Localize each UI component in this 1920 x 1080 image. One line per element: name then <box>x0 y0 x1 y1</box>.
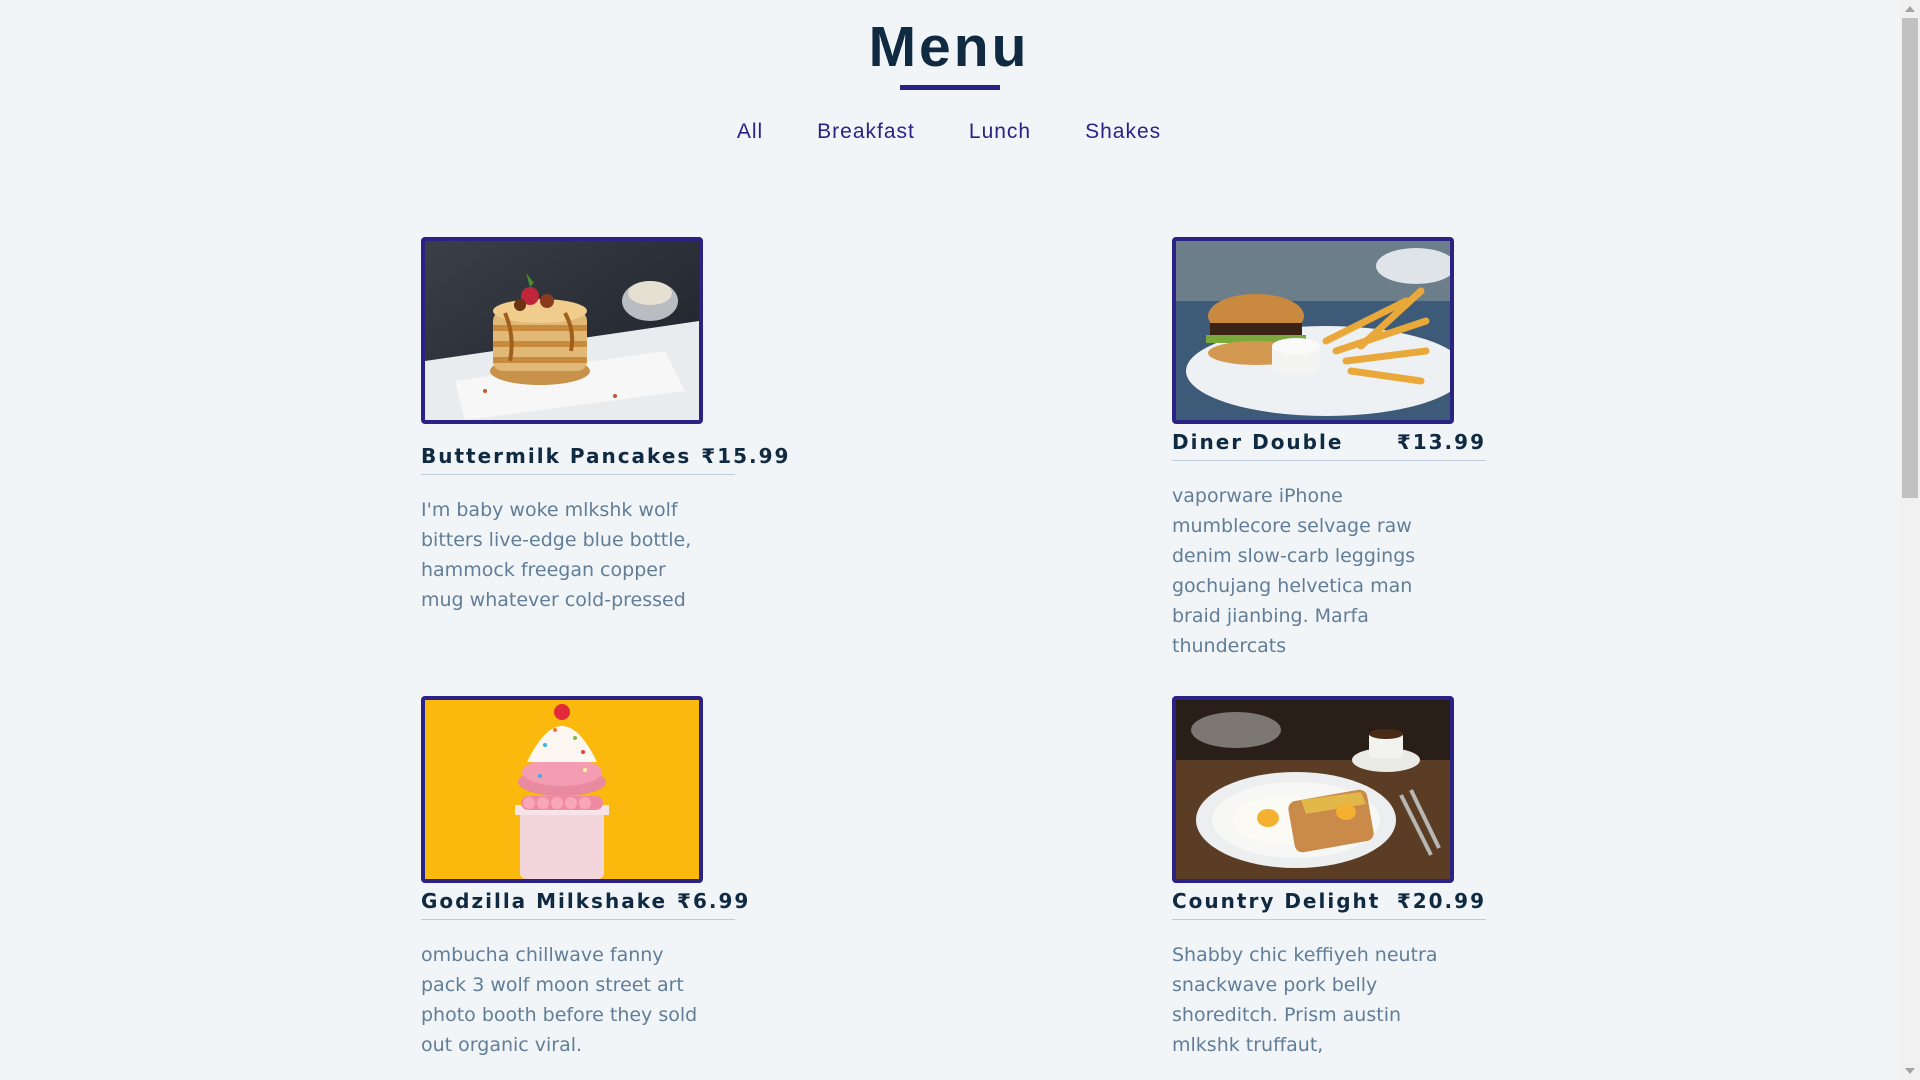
filter-shakes-button[interactable]: Shakes <box>1058 120 1188 144</box>
filter-tabs: All Breakfast Lunch Shakes <box>0 120 1898 144</box>
item-header: Country Delight ₹20.99 <box>1172 889 1486 920</box>
item-name: Godzilla Milkshake <box>421 889 668 913</box>
milkshake-photo <box>421 696 703 883</box>
page-title: Menu <box>868 15 1030 79</box>
item-description: I'm baby woke mlkshk wolf bitters live-e… <box>421 499 692 611</box>
item-description: ombucha chillwave fanny pack 3 wolf moon… <box>421 944 698 1056</box>
item-description: vaporware iPhone mumblecore selvage raw … <box>1172 485 1416 657</box>
item-price: ₹13.99 <box>1396 430 1486 454</box>
burger-fries-photo <box>1172 237 1454 424</box>
item-name: Diner Double <box>1172 430 1344 454</box>
item-name: Buttermilk Pancakes <box>421 444 692 468</box>
vertical-scrollbar[interactable] <box>1900 0 1920 1080</box>
filter-breakfast-button[interactable]: Breakfast <box>790 120 942 144</box>
filter-lunch-button[interactable]: Lunch <box>942 120 1058 144</box>
eggs-toast-photo <box>1172 696 1454 883</box>
scroll-down-arrow-icon[interactable] <box>1905 1068 1915 1074</box>
menu-item: Buttermilk Pancakes ₹15.99 I'm baby woke… <box>421 237 788 615</box>
item-header: Buttermilk Pancakes ₹15.99 <box>421 444 788 475</box>
menu-item: Diner Double ₹13.99 vaporware iPhone mum… <box>1172 237 1486 661</box>
pancakes-photo <box>421 237 703 424</box>
menu-page: Menu All Breakfast Lunch Shakes Buttermi… <box>0 0 1920 1080</box>
scroll-up-arrow-icon[interactable] <box>1905 6 1915 12</box>
item-price: ₹20.99 <box>1396 889 1486 913</box>
item-header: Godzilla Milkshake ₹6.99 <box>421 889 748 920</box>
item-price: ₹6.99 <box>677 889 751 913</box>
title-underline <box>900 85 1000 90</box>
item-header: Diner Double ₹13.99 <box>1172 430 1486 461</box>
item-description: Shabby chic keffiyeh neutra snackwave po… <box>1172 944 1438 1056</box>
filter-all-button[interactable]: All <box>710 120 790 144</box>
menu-item: Godzilla Milkshake ₹6.99 ombucha chillwa… <box>421 696 748 1060</box>
item-name: Country Delight <box>1172 889 1381 913</box>
menu-item: Country Delight ₹20.99 Shabby chic keffi… <box>1172 696 1486 1060</box>
item-price: ₹15.99 <box>701 444 791 468</box>
scrollbar-thumb[interactable] <box>1902 18 1918 498</box>
